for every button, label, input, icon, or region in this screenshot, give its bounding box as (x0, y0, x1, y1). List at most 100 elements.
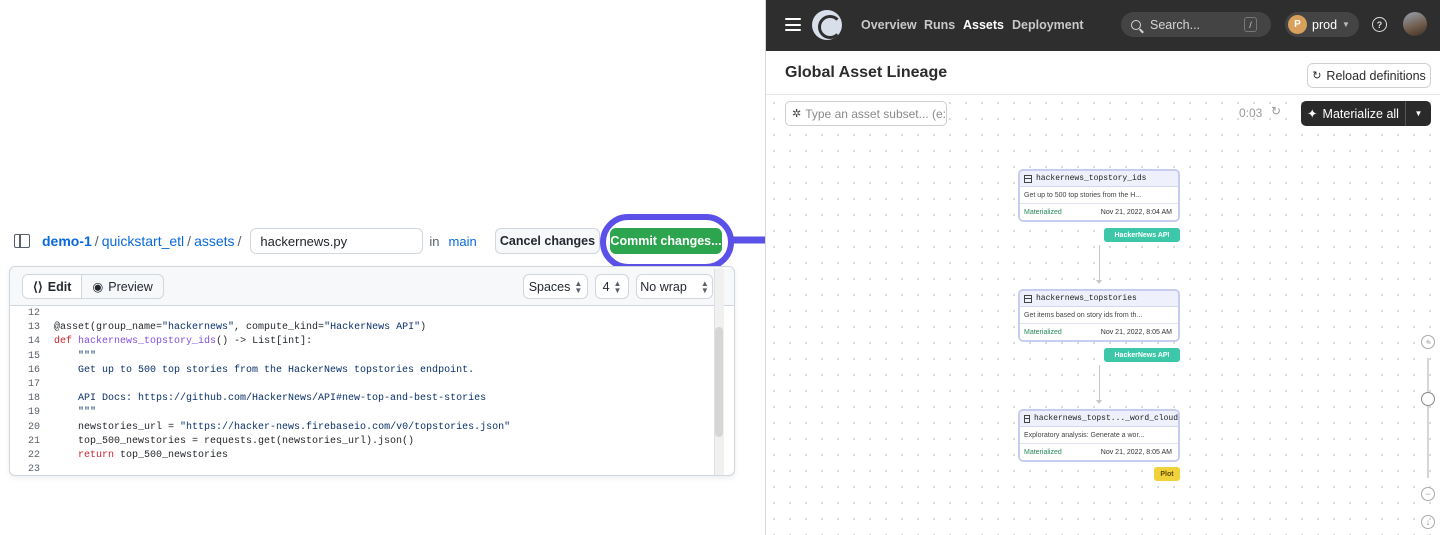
asset-status: Materialized (1024, 328, 1062, 336)
compute-kind-tag: HackerNews API (1104, 228, 1180, 242)
breadcrumb-bar: demo-1 / quickstart_etl / assets / in ma… (14, 228, 477, 254)
download-icon[interactable]: ↓ (1421, 515, 1435, 529)
table-icon (1024, 174, 1032, 183)
line-number: 21 (27, 435, 40, 447)
tab-preview[interactable]: ◉ Preview (82, 275, 162, 298)
line-content: """ (78, 407, 97, 419)
nav-deployment[interactable]: Deployment (1012, 18, 1084, 32)
asset-node[interactable]: hackernews_topstories Get items based on… (1018, 289, 1180, 342)
edit-code-icon: ⟨⟩ (33, 280, 43, 294)
line-number: 20 (27, 421, 40, 433)
dagster-logo[interactable] (812, 10, 842, 40)
updown-caret-icon: ▲ ▼ (700, 278, 709, 295)
code-area[interactable]: 12 13 @asset(group_name="hackernews", comp… (10, 306, 734, 475)
sparkle-icon: ✦ (1307, 107, 1318, 121)
indent-mode-value: Spaces (528, 279, 571, 294)
asset-name: hackernews_topst..._word_cloud (1033, 414, 1178, 423)
materialize-label: Materialize all (1322, 106, 1399, 121)
zoom-in-icon[interactable]: + (1421, 335, 1435, 349)
line-number: 16 (27, 364, 40, 376)
help-icon[interactable]: ? (1372, 17, 1387, 32)
asset-timestamp: Nov 21, 2022, 8:04 AM (1100, 208, 1172, 216)
table-icon (1024, 414, 1030, 423)
dagster-topbar: Overview Runs Assets Deployment Search..… (766, 0, 1440, 51)
sparkle-icon: ✲ (792, 108, 802, 120)
breadcrumb-folder-link[interactable]: assets (194, 233, 234, 249)
breadcrumb-folder-link[interactable]: quickstart_etl (102, 233, 184, 249)
line-content: Get up to 500 top stories from the Hacke… (54, 364, 475, 376)
tab-edit-label: Edit (47, 279, 72, 294)
line-content: API Docs: https://github.com/HackerNews/… (54, 393, 487, 405)
materialize-options-chevron-icon[interactable]: ▼ (1405, 101, 1431, 126)
line-content: return top_500_newstories (78, 450, 229, 461)
hamburger-menu-icon[interactable] (785, 18, 801, 31)
asset-timestamp: Nov 21, 2022, 8:05 AM (1100, 448, 1172, 456)
dagster-pane: Overview Runs Assets Deployment Search..… (765, 0, 1440, 535)
asset-status: Materialized (1024, 448, 1062, 456)
indent-mode-select[interactable]: Spaces ▲ ▼ (523, 274, 588, 299)
indent-size-value: 4 (602, 279, 610, 294)
commit-changes-button[interactable]: Commit changes... (610, 228, 722, 254)
search-input[interactable]: Search... / (1121, 12, 1271, 37)
line-number: 18 (27, 393, 40, 405)
asset-description: Get items based on story ids from th... (1020, 307, 1178, 324)
deployment-switcher[interactable]: P prod ▼ (1285, 12, 1359, 37)
line-number: 15 (27, 350, 40, 362)
nav-runs[interactable]: Runs (924, 18, 955, 32)
asset-subset-placeholder: Type an asset subset... (e: (805, 106, 946, 121)
sidebar-toggle-icon[interactable] (14, 234, 30, 248)
zoom-out-icon[interactable]: − (1421, 487, 1435, 501)
github-editor-pane: demo-1 / quickstart_etl / assets / in ma… (0, 0, 867, 535)
nav-overview[interactable]: Overview (861, 18, 917, 32)
screenshot-stage: demo-1 / quickstart_etl / assets / in ma… (0, 0, 1440, 535)
search-placeholder: Search... (1150, 17, 1201, 32)
refresh-icon[interactable]: ↻ (1271, 104, 1281, 118)
asset-subset-input[interactable]: ✲ Type an asset subset... (e: (785, 101, 947, 126)
reload-label: Reload definitions (1326, 68, 1426, 83)
branch-link[interactable]: main (449, 234, 477, 249)
wrap-mode-value: No wrap (640, 279, 687, 294)
filename-input[interactable] (250, 228, 424, 254)
deployment-name: prod (1312, 17, 1338, 32)
tab-edit[interactable]: ⟨⟩ Edit (23, 275, 83, 298)
eye-icon: ◉ (92, 280, 104, 294)
cancel-changes-button[interactable]: Cancel changes (495, 228, 600, 254)
page-title: Global Asset Lineage (785, 64, 948, 81)
tab-preview-label: Preview (108, 279, 153, 294)
wrap-mode-select[interactable]: No wrap ▲ ▼ (636, 274, 713, 299)
search-shortcut-key: / (1244, 17, 1257, 32)
user-avatar[interactable] (1403, 12, 1427, 36)
code-editor[interactable]: ⟨⟩ Edit ◉ Preview Spaces ▲ ▼ 4 ▲ ▼ No wr… (9, 266, 735, 476)
asset-node[interactable]: hackernews_topstory_ids Get up to 500 to… (1018, 169, 1180, 222)
zoom-slider-handle[interactable] (1421, 392, 1435, 406)
asset-name: hackernews_topstories (1036, 294, 1137, 303)
breadcrumb-separator: / (187, 233, 192, 249)
zoom-slider-track[interactable] (1427, 358, 1429, 478)
materialize-all-button[interactable]: ✦ Materialize all (1301, 101, 1405, 126)
updown-caret-icon: ▲ ▼ (574, 278, 583, 295)
line-content: newstories_url = "https://hacker-news.fi… (54, 421, 511, 433)
branch-in-label: in (429, 233, 440, 249)
line-number: 23 (27, 464, 40, 476)
reload-definitions-button[interactable]: ↻ Reload definitions (1307, 63, 1431, 88)
compute-kind-tag: Plot (1154, 467, 1180, 481)
breadcrumb-repo-link[interactable]: demo-1 (42, 233, 92, 249)
updown-caret-icon: ▲ ▼ (613, 278, 622, 295)
nav-assets[interactable]: Assets (963, 18, 1004, 32)
scrollbar-thumb[interactable] (715, 327, 723, 437)
breadcrumb-separator: / (237, 233, 242, 249)
line-content: @asset(group_name="hackernews", compute_… (54, 322, 427, 334)
edit-preview-toggle: ⟨⟩ Edit ◉ Preview (22, 274, 164, 299)
deployment-avatar: P (1288, 15, 1307, 34)
refresh-icon: ↻ (1312, 70, 1322, 82)
asset-node[interactable]: hackernews_topst..._word_cloud Explorato… (1018, 409, 1180, 462)
asset-description: Exploratory analysis: Generate a wor... (1020, 427, 1178, 444)
indent-size-select[interactable]: 4 ▲ ▼ (595, 274, 629, 299)
line-number: 14 (27, 336, 40, 348)
asset-name: hackernews_topstory_ids (1036, 174, 1147, 183)
line-number: 19 (27, 407, 40, 419)
table-icon (1024, 294, 1032, 303)
lineage-edge (1096, 365, 1102, 404)
refresh-timer: 0:03 (1239, 106, 1263, 120)
line-number: 12 (27, 308, 40, 319)
